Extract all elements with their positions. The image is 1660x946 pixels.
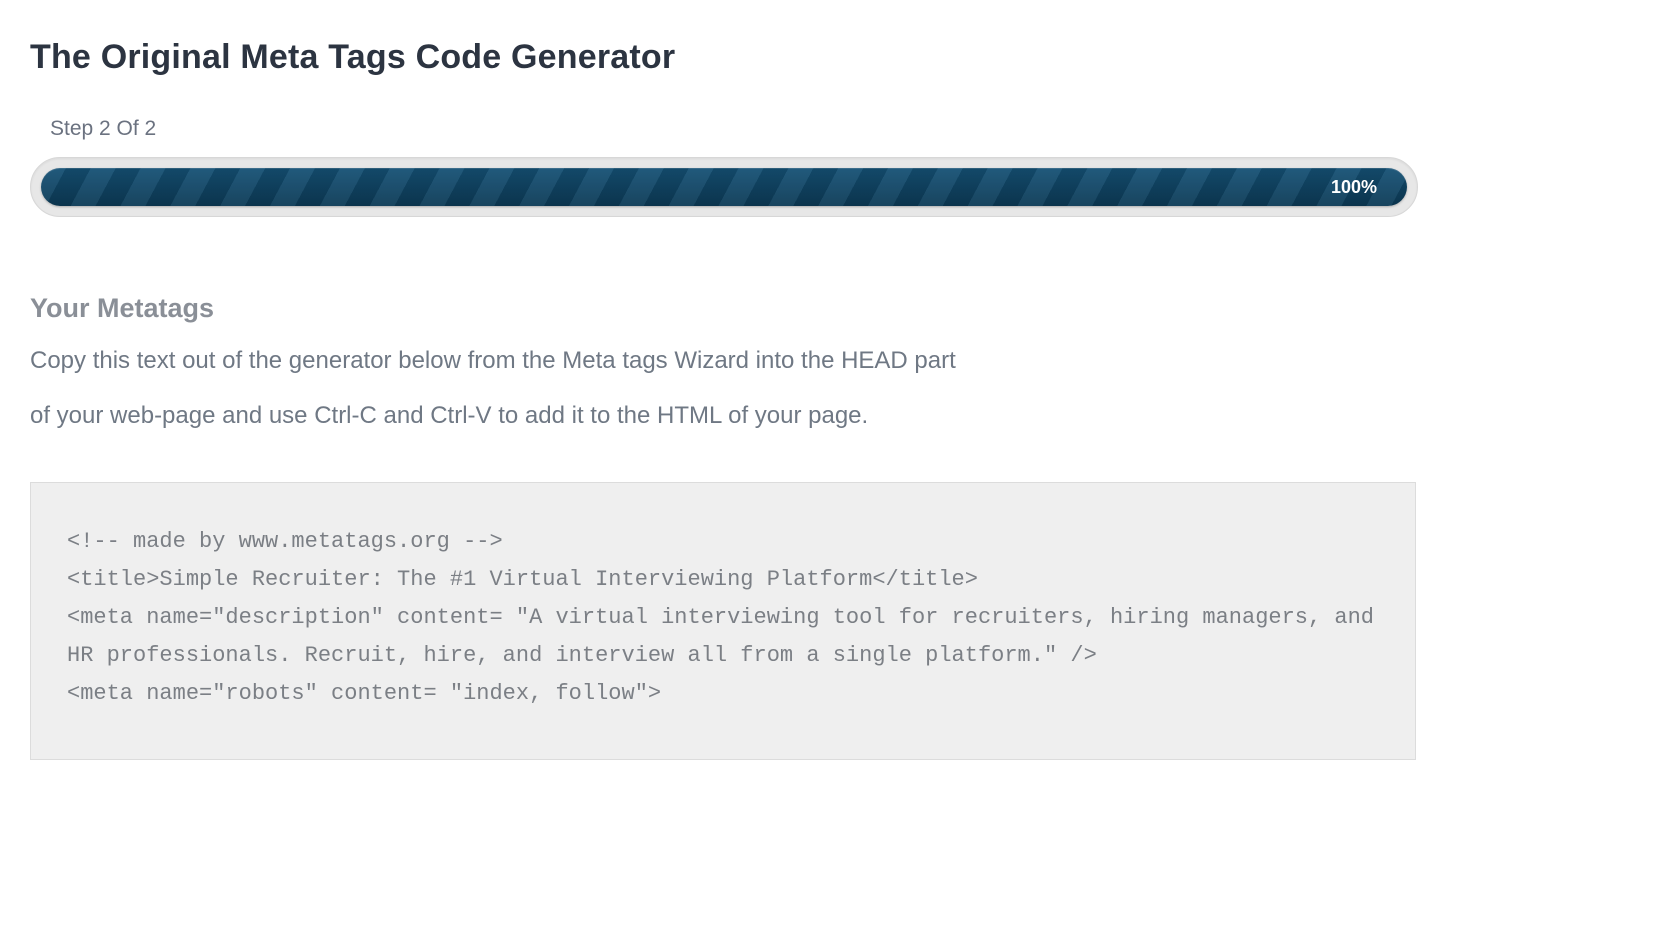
generated-code-output[interactable]: <!-- made by www.metatags.org --> <title… <box>30 482 1416 759</box>
progress-percent: 100% <box>1331 177 1377 198</box>
instruction-line-2: of your web-page and use Ctrl-C and Ctrl… <box>30 397 1030 434</box>
instruction-line-1: Copy this text out of the generator belo… <box>30 342 1030 379</box>
page-title: The Original Meta Tags Code Generator <box>30 38 1630 77</box>
instruction-text: Copy this text out of the generator belo… <box>30 342 1030 434</box>
step-indicator: Step 2 Of 2 <box>50 117 1630 141</box>
progress-bar-fill: 100% <box>41 168 1407 206</box>
progress-bar-track: 100% <box>30 157 1418 217</box>
section-heading: Your Metatags <box>30 293 1630 324</box>
